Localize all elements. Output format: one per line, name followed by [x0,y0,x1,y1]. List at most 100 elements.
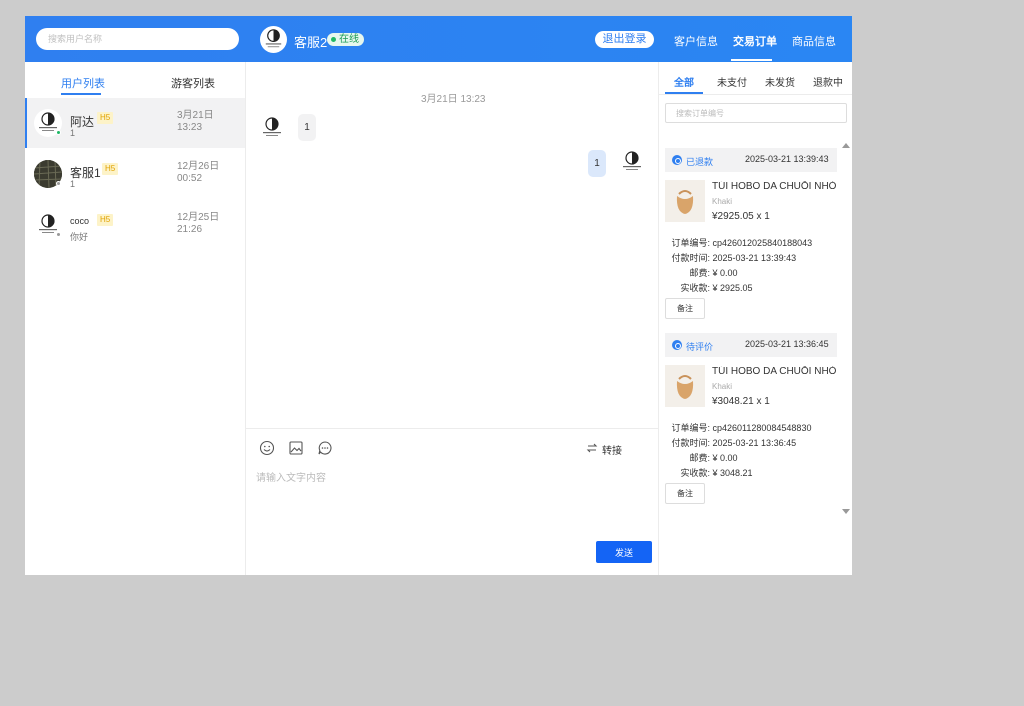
order-number-label: 订单编号: [671,238,710,248]
last-clock: 21:26 [177,224,203,235]
h5-tag: H5 [97,214,114,226]
user-item-agent1[interactable]: 客服1 H5 1 12月26日 00:52 [25,149,245,199]
product-price-qty: ¥2925.05 x 1 [712,211,770,222]
tab-user-list[interactable]: 用户列表 [61,75,105,91]
pay-time-row: 付款时间: 2025-03-21 13:36:45 [665,436,837,449]
product-image[interactable] [665,180,705,222]
scroll-up-arrow-icon[interactable] [842,143,850,148]
last-date: 3月21日 [177,110,214,121]
status-icon [672,340,682,350]
pay-time: 2025-03-21 13:39:43 [712,253,797,263]
tab-customer-info[interactable]: 客户信息 [674,33,718,49]
paid-label: 实收款: [680,468,710,478]
pay-time: 2025-03-21 13:36:45 [712,438,797,448]
scroll-down-arrow-icon[interactable] [842,509,850,514]
last-message: 1 [70,128,76,138]
offline-dot [56,181,61,186]
order-number: cp426012025840188043 [712,238,813,248]
product-variant: Khaki [712,197,733,206]
product-price-qty: ¥3048.21 x 1 [712,396,770,407]
customer-avatar [258,114,286,142]
agent-name: 客服2 [294,35,328,50]
status-icon [672,155,682,165]
transfer-icon[interactable] [586,442,598,454]
order-status: 已退款 [686,157,714,167]
tab-orders[interactable]: 交易订单 [733,33,777,49]
order-number-label: 订单编号: [671,423,710,433]
user-item-ada[interactable]: 阿达 H5 1 3月21日 13:23 [25,98,245,148]
chat-bubble-icon[interactable] [317,440,333,456]
product-title[interactable]: TÚI HOBO DA CHUỖI NHỎ [712,366,837,377]
product-image[interactable] [665,365,705,407]
transfer-button[interactable]: 转接 [602,442,622,457]
paid-label: 实收款: [680,283,710,293]
chat-date-divider: 3月21日 13:23 [421,94,486,105]
divider [659,94,852,95]
order-search-input[interactable] [665,103,847,123]
last-clock: 00:52 [177,173,203,184]
order-status: 待评价 [686,342,714,352]
paid-row: 实收款: ¥ 3048.21 [665,466,837,479]
online-dot [56,130,61,135]
product-title[interactable]: TÚI HOBO DA CHUỖI NHỎ [712,181,837,192]
shipping-row: 邮费: ¥ 0.00 [665,451,837,464]
order-tab-unpaid[interactable]: 未支付 [717,74,747,89]
product-variant: Khaki [712,382,733,391]
image-icon[interactable] [288,440,304,456]
note-button[interactable]: 备注 [665,298,705,319]
top-header: 客服2 在线 退出登录 客户信息 交易订单 商品信息 [25,16,852,62]
tab-visitor-list[interactable]: 游客列表 [171,75,215,91]
shipping-fee: ¥ 0.00 [712,453,738,463]
order-tab-unshipped[interactable]: 未发货 [765,74,795,89]
order-datetime: 2025-03-21 13:39:43 [745,154,829,164]
brand-logo-icon [623,151,641,170]
h5-tag: H5 [102,163,119,175]
message-composer: 转接 发送 [246,428,658,575]
pay-time-label: 付款时间: [671,253,710,263]
active-tab-indicator [731,59,772,61]
brand-logo-icon [265,29,282,48]
user-search-input[interactable] [36,28,239,50]
agent-avatar[interactable] [260,26,287,53]
last-date: 12月25日 [177,212,220,223]
shipping-row: 邮费: ¥ 0.00 [665,266,837,279]
shipping-fee: ¥ 0.00 [712,268,738,278]
online-status-badge: 在线 [327,33,364,46]
bag-image-icon [676,375,694,399]
order-card: 已退款 2025-03-21 13:39:43 TÚI HOBO DA CHUỖ… [665,148,837,322]
last-time: 3月21日 13:23 [177,110,214,134]
order-number-row: 订单编号: cp426011280084548830 [665,421,837,434]
brand-logo-icon [263,117,281,136]
paid-amount: ¥ 2925.05 [712,283,753,293]
last-message: 你好 [70,232,89,242]
order-number: cp426011280084548830 [712,423,812,433]
paid-row: 实收款: ¥ 2925.05 [665,281,837,294]
message-input[interactable] [256,469,646,529]
order-card-header: 待评价 2025-03-21 13:36:45 [665,333,837,357]
logout-button[interactable]: 退出登录 [595,31,654,48]
order-number-row: 订单编号: cp426012025840188043 [665,236,837,249]
app-window: 客服2 在线 退出登录 客户信息 交易订单 商品信息 用户列表 游客列表 阿达 … [25,16,852,575]
message-bubble-customer: 1 [298,114,316,141]
user-item-coco[interactable]: coco H5 你好 12月25日 21:26 [25,200,245,250]
emoji-icon[interactable] [259,440,275,456]
order-datetime: 2025-03-21 13:36:45 [745,339,829,349]
offline-dot [56,232,61,237]
order-tab-all[interactable]: 全部 [674,74,694,89]
agent-avatar [618,148,646,176]
message-bubble-agent: 1 [588,150,606,177]
last-message: 1 [70,179,76,189]
last-date: 12月26日 [177,161,220,172]
order-tab-refunding[interactable]: 退款中 [813,74,843,89]
last-time: 12月25日 21:26 [177,212,219,236]
h5-tag: H5 [97,112,114,124]
order-card-header: 已退款 2025-03-21 13:39:43 [665,148,837,172]
last-time: 12月26日 00:52 [177,161,219,185]
paid-amount: ¥ 3048.21 [712,468,753,478]
send-button[interactable]: 发送 [596,541,652,563]
note-button[interactable]: 备注 [665,483,705,504]
pay-time-row: 付款时间: 2025-03-21 13:39:43 [665,251,837,264]
order-card: 待评价 2025-03-21 13:36:45 TÚI HOBO DA CHUỖ… [665,333,837,507]
tab-product-info[interactable]: 商品信息 [792,33,836,49]
chat-panel: 3月21日 13:23 1 1 转接 请输入文字内容 发送 [246,62,659,575]
